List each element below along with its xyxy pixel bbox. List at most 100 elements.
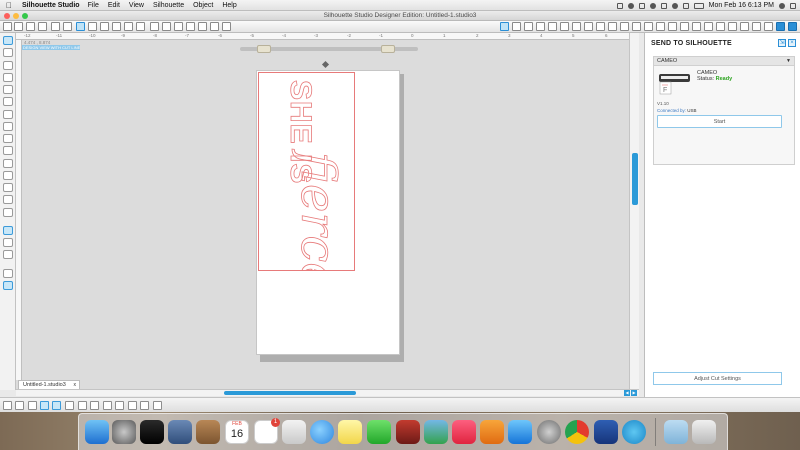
messages-icon[interactable]	[310, 420, 334, 444]
curve-tool-icon[interactable]	[3, 122, 13, 131]
adjust-cut-settings-button[interactable]: Adjust Cut Settings	[653, 372, 782, 385]
menu-help[interactable]: Help	[222, 0, 236, 11]
panel-close-icon[interactable]: ×	[788, 39, 796, 47]
undo-icon[interactable]	[124, 22, 133, 31]
iphoto-icon[interactable]	[424, 420, 448, 444]
chrome-browser-icon[interactable]	[565, 420, 589, 444]
edit-text-icon[interactable]	[153, 401, 162, 410]
group-icon[interactable]	[28, 401, 37, 410]
registration-marks-icon[interactable]	[524, 22, 533, 31]
library-icon[interactable]	[38, 22, 47, 31]
duplicate-icon[interactable]	[128, 401, 137, 410]
downloads-stack-icon[interactable]	[664, 420, 688, 444]
bring-forward-icon[interactable]	[103, 401, 112, 410]
freehand-tool-icon[interactable]	[3, 171, 13, 180]
design-store-icon[interactable]	[776, 22, 785, 31]
panel-toggle-icon[interactable]	[3, 269, 13, 278]
zoom-box-icon[interactable]	[186, 22, 195, 31]
copy-icon[interactable]	[88, 22, 97, 31]
mission-control-icon[interactable]	[140, 420, 164, 444]
fill-color-icon[interactable]	[536, 22, 545, 31]
volume-icon[interactable]	[682, 2, 689, 9]
itunes-music-icon[interactable]	[452, 420, 476, 444]
scroll-right-arrow-icon[interactable]: ▶	[631, 390, 637, 396]
rectangle-tool-icon[interactable]	[3, 73, 13, 82]
system-preferences-icon[interactable]	[537, 420, 561, 444]
mirror-icon[interactable]	[740, 22, 749, 31]
pencil-tool-icon[interactable]	[3, 146, 13, 155]
line-color-icon[interactable]	[548, 22, 557, 31]
move-icon[interactable]	[716, 22, 725, 31]
save-icon[interactable]	[26, 22, 35, 31]
text-tool-icon[interactable]	[3, 183, 13, 192]
edit-points-icon[interactable]	[3, 48, 13, 57]
paste-icon[interactable]	[100, 22, 109, 31]
menu-extra-icon[interactable]	[627, 2, 634, 9]
send-panel-icon[interactable]	[788, 22, 797, 31]
line-tool-icon[interactable]	[3, 61, 13, 70]
start-button[interactable]: Start	[657, 115, 782, 128]
menu-view[interactable]: View	[129, 0, 144, 11]
layers-icon[interactable]	[668, 22, 677, 31]
cut-icon[interactable]	[76, 22, 85, 31]
new-file-icon[interactable]	[3, 22, 12, 31]
refresh-icon[interactable]	[222, 22, 231, 31]
compound-path-icon[interactable]	[52, 401, 61, 410]
trace-icon[interactable]	[632, 22, 641, 31]
replicate-icon[interactable]	[596, 22, 605, 31]
finder-icon[interactable]	[85, 420, 109, 444]
eraser-tool-icon[interactable]	[3, 195, 13, 204]
open-file-icon[interactable]	[14, 22, 23, 31]
ibooks-icon[interactable]	[480, 420, 504, 444]
zoom-fit-icon[interactable]	[198, 22, 207, 31]
calendar-icon[interactable]: FEB 16	[225, 420, 249, 444]
knife-tool-icon[interactable]	[3, 208, 13, 217]
select-all-icon[interactable]	[3, 401, 12, 410]
knife-icon[interactable]	[764, 22, 773, 31]
vertical-scroll-thumb[interactable]	[632, 153, 638, 205]
spotlight-icon[interactable]	[779, 2, 785, 9]
silhouette-studio-icon[interactable]	[622, 420, 646, 444]
deselect-icon[interactable]	[15, 401, 24, 410]
zoom-out-icon[interactable]	[174, 22, 183, 31]
line-style-icon[interactable]	[560, 22, 569, 31]
notification-center-icon[interactable]	[790, 2, 796, 9]
menu-file[interactable]: File	[88, 0, 99, 11]
redo-icon[interactable]	[136, 22, 145, 31]
menu-object[interactable]: Object	[193, 0, 213, 11]
menu-extra-icon[interactable]	[638, 2, 645, 9]
app-store-icon[interactable]	[508, 420, 532, 444]
trash-icon[interactable]	[692, 420, 716, 444]
arrange-icon[interactable]	[140, 401, 149, 410]
horizontal-scroll-thumb[interactable]	[224, 391, 356, 395]
align-icon[interactable]	[680, 22, 689, 31]
ellipse-tool-icon[interactable]	[3, 97, 13, 106]
silhouette-connect-icon[interactable]	[594, 420, 618, 444]
transform-icon[interactable]	[584, 22, 593, 31]
store-globe-icon[interactable]	[3, 250, 13, 259]
vertical-scrollbar[interactable]	[629, 33, 639, 390]
bring-to-front-icon[interactable]	[78, 401, 87, 410]
photo-booth-icon[interactable]	[396, 420, 420, 444]
polygon-tool-icon[interactable]	[3, 110, 13, 119]
offset-icon[interactable]	[620, 22, 629, 31]
store-icon[interactable]	[656, 22, 665, 31]
zoom-in-icon[interactable]	[162, 22, 171, 31]
facetime-icon[interactable]	[367, 420, 391, 444]
reminders-icon[interactable]: 1	[254, 418, 280, 444]
menu-edit[interactable]: Edit	[108, 0, 120, 11]
arc-tool-icon[interactable]	[3, 134, 13, 143]
regular-polygon-tool-icon[interactable]	[3, 159, 13, 168]
select-tool-icon[interactable]	[3, 36, 13, 45]
bluetooth-icon[interactable]	[660, 2, 667, 9]
rounded-rectangle-tool-icon[interactable]	[3, 85, 13, 94]
menu-clock[interactable]: Mon Feb 16 6:13 PM	[709, 0, 774, 11]
scroll-left-arrow-icon[interactable]: ◀	[624, 390, 630, 396]
device-collapse-icon[interactable]: ▼	[786, 57, 791, 66]
delete-icon[interactable]	[112, 22, 121, 31]
send-to-back-icon[interactable]	[90, 401, 99, 410]
photos-icon[interactable]	[282, 420, 306, 444]
page-setup-icon[interactable]	[500, 22, 509, 31]
contacts-icon[interactable]	[196, 420, 220, 444]
preview-photos-icon[interactable]	[168, 420, 192, 444]
